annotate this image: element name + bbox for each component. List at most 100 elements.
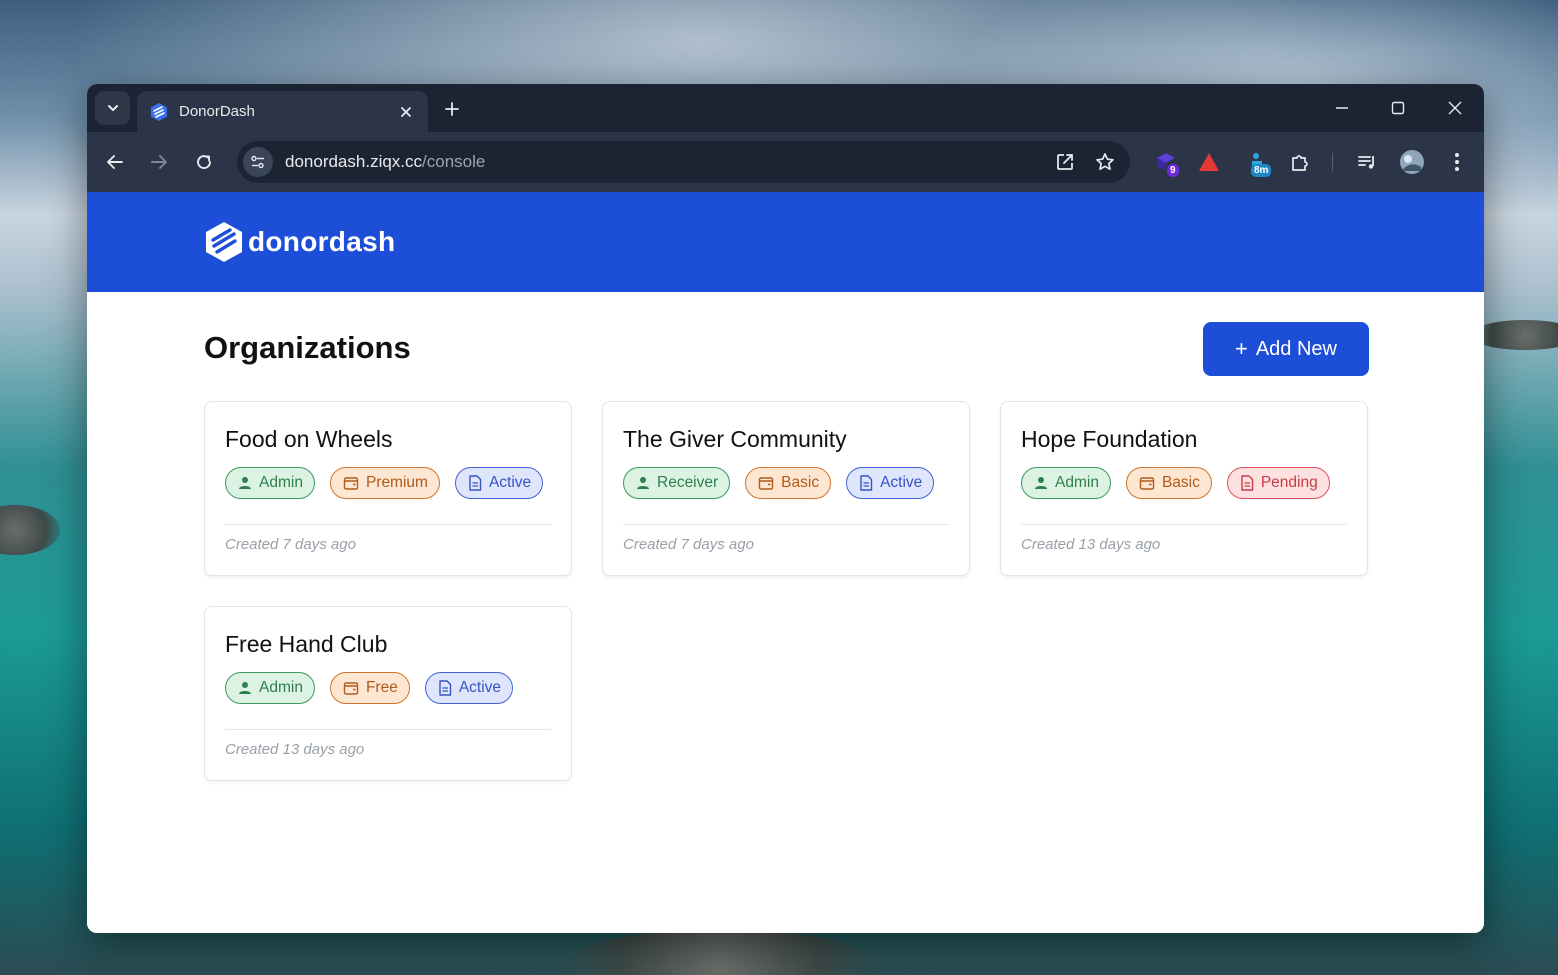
maximize-icon <box>1391 101 1405 115</box>
maximize-button[interactable] <box>1378 94 1418 122</box>
status-badge: Active <box>424 672 514 704</box>
organization-tags: Admin Premium Active <box>225 467 558 499</box>
organization-card[interactable]: Free Hand Club Admin Free Active Created 13 … <box>204 606 572 781</box>
created-timestamp: Created 13 days ago <box>1021 536 1161 553</box>
page-content: donordash Organizations + Add New Food o… <box>87 192 1484 933</box>
extension-1-button[interactable]: 9 <box>1151 147 1181 177</box>
role-badge: Admin <box>225 467 315 499</box>
created-timestamp: Created 13 days ago <box>225 741 365 758</box>
status-badge: Active <box>846 467 935 499</box>
created-timestamp: Created 7 days ago <box>225 536 356 553</box>
organization-card[interactable]: The Giver Community Receiver Basic Active Cr… <box>602 401 970 576</box>
card-divider <box>1021 524 1347 525</box>
tab-search-button[interactable] <box>95 91 130 125</box>
profile-button[interactable] <box>1397 147 1427 177</box>
organization-tags: Receiver Basic Active <box>623 467 949 499</box>
plan-badge: Premium <box>329 467 440 499</box>
triangle-alert-icon <box>1199 153 1219 171</box>
tab-strip: DonorDash <box>87 84 1484 132</box>
role-badge: Admin <box>225 672 315 704</box>
role-label: Receiver <box>657 474 719 491</box>
role-label: Admin <box>259 474 303 491</box>
document-icon <box>439 680 452 696</box>
more-vert-icon <box>1455 153 1459 171</box>
plan-badge: Basic <box>1125 467 1212 499</box>
browser-window: DonorDash donordash.ziqx.cc/console 9 8m… <box>87 84 1484 933</box>
plan-badge: Free <box>329 672 410 704</box>
status-label: Active <box>880 474 923 491</box>
site-header: donordash <box>87 192 1484 292</box>
site-logo[interactable]: donordash <box>204 221 395 263</box>
status-label: Pending <box>1260 474 1318 491</box>
address-bar[interactable]: donordash.ziqx.cc/console <box>237 141 1130 183</box>
media-controls-button[interactable] <box>1352 147 1382 177</box>
toolbar-separator <box>1332 153 1333 171</box>
status-label: Active <box>458 679 502 696</box>
forward-button[interactable] <box>143 146 175 178</box>
url-text[interactable]: donordash.ziqx.cc/console <box>285 152 1050 172</box>
donordash-logo-icon <box>206 222 242 262</box>
extensions-menu-button[interactable] <box>1285 147 1315 177</box>
plus-icon <box>445 102 459 116</box>
back-button[interactable] <box>99 146 131 178</box>
browser-tab-active[interactable]: DonorDash <box>137 91 428 132</box>
open-in-app-button[interactable] <box>1050 147 1080 177</box>
wallpaper-rock-bottom <box>560 930 880 975</box>
tab-title: DonorDash <box>179 103 255 120</box>
bookmark-button[interactable] <box>1090 147 1120 177</box>
reload-button[interactable] <box>188 146 220 178</box>
puzzle-icon <box>1292 155 1308 171</box>
close-icon <box>1448 101 1462 115</box>
add-new-button[interactable]: + Add New <box>1203 322 1369 376</box>
document-icon <box>469 475 482 491</box>
organization-name[interactable]: Hope Foundation <box>1021 426 1197 453</box>
organization-card[interactable]: Hope Foundation Admin Basic Pending Created … <box>1000 401 1368 576</box>
extension-3-button[interactable]: 8m <box>1244 147 1274 177</box>
extension-2-button[interactable] <box>1194 147 1224 177</box>
wallet-icon <box>1139 477 1155 490</box>
organization-name[interactable]: Free Hand Club <box>225 631 387 658</box>
status-badge: Active <box>454 467 544 499</box>
plan-badge: Basic <box>745 467 832 499</box>
role-label: Admin <box>1055 474 1099 491</box>
organization-card[interactable]: Food on Wheels Admin Premium Active Created … <box>204 401 572 576</box>
chevron-down-icon <box>107 105 118 111</box>
tune-icon <box>251 155 264 169</box>
new-tab-button[interactable] <box>439 96 465 122</box>
organization-name[interactable]: The Giver Community <box>623 426 847 453</box>
extension-3-badge: 8m <box>1251 164 1272 177</box>
plus-icon: + <box>1234 336 1248 361</box>
close-window-button[interactable] <box>1435 94 1475 122</box>
wallet-icon <box>758 477 774 490</box>
arrow-right-icon <box>151 155 167 169</box>
card-divider <box>225 729 551 730</box>
organization-name[interactable]: Food on Wheels <box>225 426 392 453</box>
plan-label: Free <box>365 679 398 696</box>
minimize-button[interactable] <box>1322 94 1362 122</box>
url-path: /console <box>422 152 486 171</box>
reload-icon <box>197 155 211 169</box>
wallpaper-rock-left <box>0 505 60 555</box>
plan-label: Premium <box>365 474 428 491</box>
arrow-left-icon <box>107 155 123 169</box>
status-badge: Pending <box>1226 467 1330 499</box>
tab-close-icon[interactable] <box>396 102 416 122</box>
wallet-icon <box>343 477 359 490</box>
site-info-button[interactable] <box>243 147 273 177</box>
logo-text: donordash <box>248 226 396 257</box>
created-timestamp: Created 7 days ago <box>623 536 754 553</box>
person-icon <box>1035 477 1047 489</box>
browser-menu-button[interactable] <box>1442 147 1472 177</box>
wallet-icon <box>343 682 359 695</box>
donordash-favicon-icon <box>149 102 169 122</box>
open-external-icon <box>1057 154 1073 170</box>
minimize-icon <box>1336 107 1348 109</box>
plan-label: Basic <box>781 474 820 491</box>
person-icon <box>239 682 251 694</box>
extension-1-badge: 9 <box>1167 164 1179 177</box>
plan-label: Basic <box>1161 474 1200 491</box>
avatar <box>1400 150 1424 174</box>
document-icon <box>860 475 873 491</box>
organization-tags: Admin Free Active <box>225 672 528 704</box>
page-title: Organizations <box>204 330 411 365</box>
